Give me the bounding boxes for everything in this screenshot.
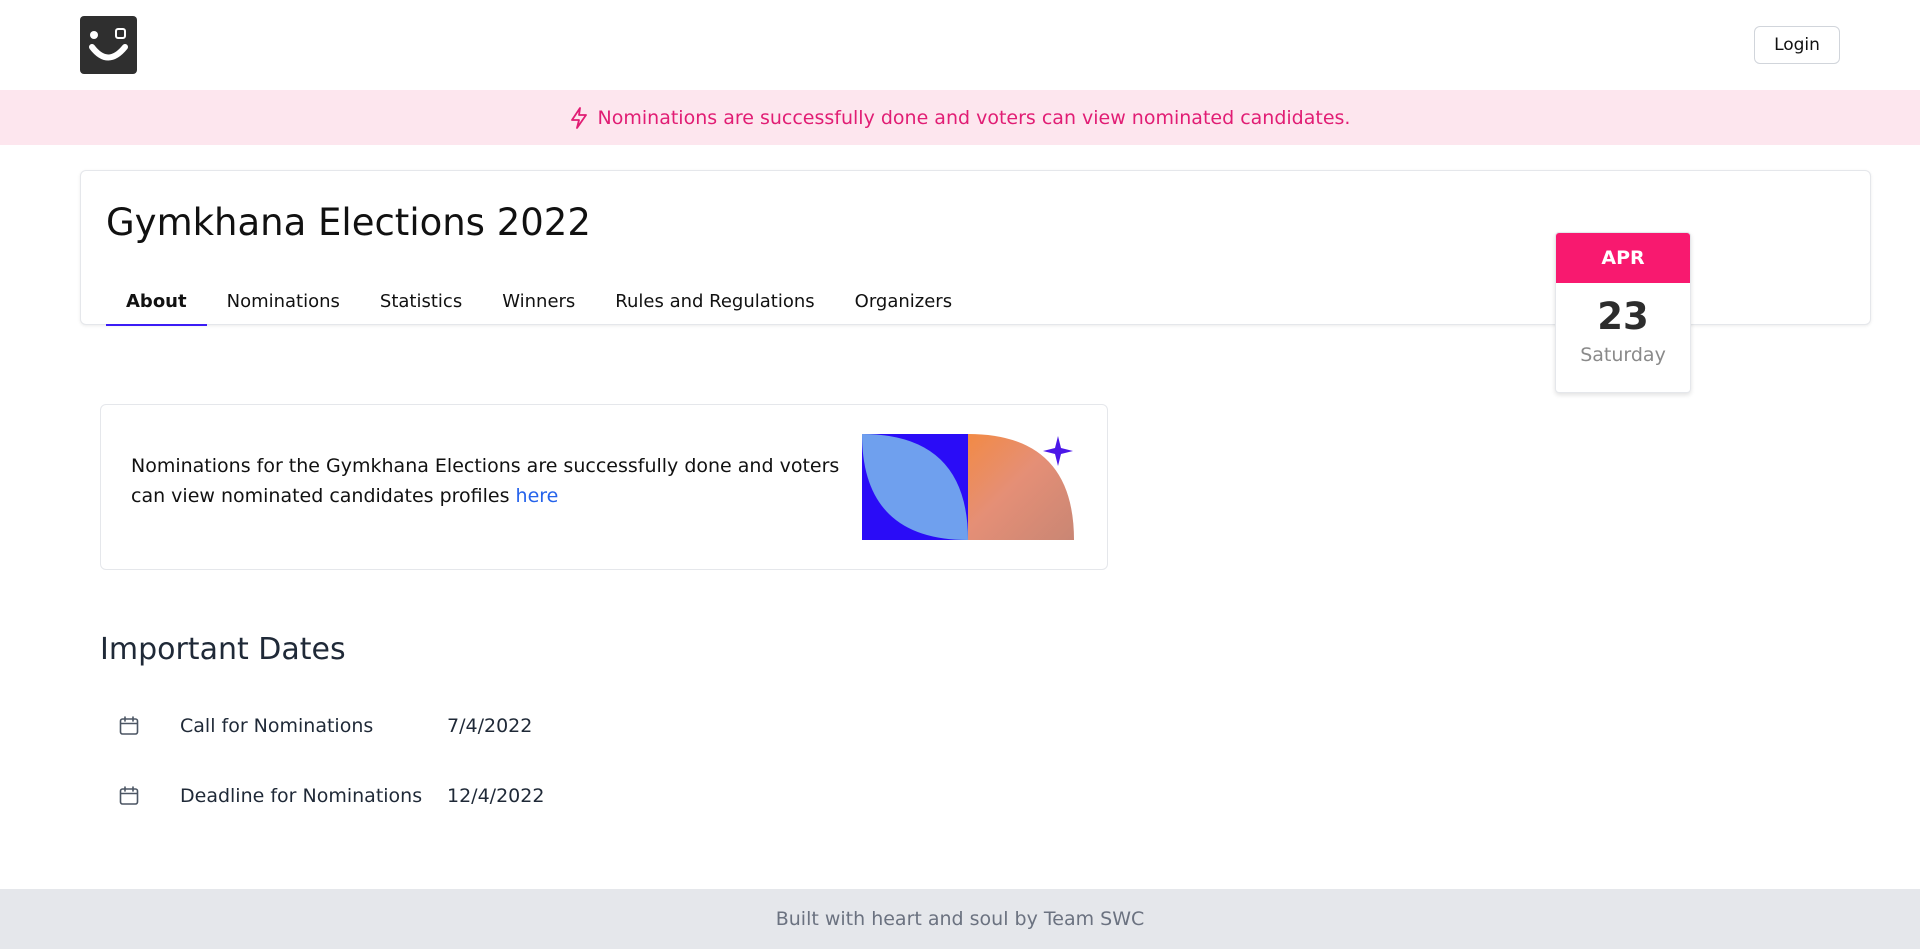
announcement-banner: Nominations are successfully done and vo…	[0, 90, 1920, 145]
page-title: Gymkhana Elections 2022	[106, 201, 591, 244]
info-text-body: Nominations for the Gymkhana Elections a…	[131, 455, 840, 507]
nominations-info-card: Nominations for the Gymkhana Elections a…	[100, 404, 1108, 570]
calendar-icon	[118, 715, 142, 737]
date-label: Call for Nominations	[180, 715, 374, 737]
tab-nominations[interactable]: Nominations	[207, 276, 360, 326]
election-illustration	[862, 434, 1074, 540]
date-value: 12/4/2022	[447, 785, 545, 807]
smiley-logo-icon[interactable]	[80, 16, 137, 74]
tab-about[interactable]: About	[106, 276, 207, 326]
lightning-icon	[570, 106, 588, 129]
date-label: Deadline for Nominations	[180, 785, 423, 807]
date-row-call-for-nominations: Call for Nominations 7/4/2022	[118, 711, 532, 741]
tab-winners[interactable]: Winners	[482, 276, 595, 326]
candidates-profiles-link[interactable]: here	[516, 485, 559, 507]
footer: Built with heart and soul by Team SWC	[0, 889, 1920, 949]
important-dates-heading: Important Dates	[100, 632, 346, 667]
date-day: 23	[1597, 295, 1649, 338]
election-date-card: APR 23 Saturday	[1555, 232, 1691, 393]
tab-statistics[interactable]: Statistics	[360, 276, 482, 326]
tab-rules-and-regulations[interactable]: Rules and Regulations	[595, 276, 834, 326]
login-button[interactable]: Login	[1754, 26, 1840, 64]
tab-organizers[interactable]: Organizers	[835, 276, 972, 326]
top-navbar: Login	[0, 0, 1920, 90]
tab-bar: About Nominations Statistics Winners Rul…	[106, 276, 972, 326]
date-row-deadline-for-nominations: Deadline for Nominations 12/4/2022	[118, 781, 544, 811]
banner-text: Nominations are successfully done and vo…	[597, 106, 1351, 129]
info-text: Nominations for the Gymkhana Elections a…	[131, 451, 851, 511]
date-value: 7/4/2022	[447, 715, 533, 737]
date-weekday: Saturday	[1580, 344, 1666, 366]
footer-text: Built with heart and soul by Team SWC	[775, 908, 1145, 930]
date-month: APR	[1556, 233, 1690, 283]
calendar-icon	[118, 785, 142, 807]
